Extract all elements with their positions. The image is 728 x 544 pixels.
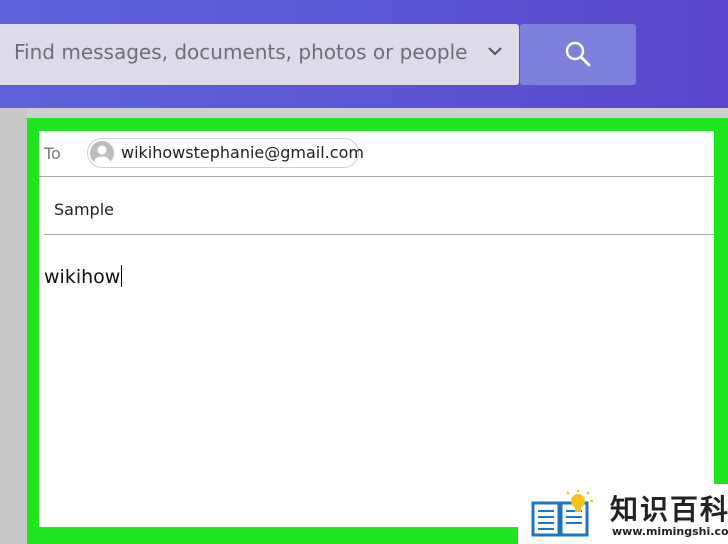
message-body[interactable]: wikihow <box>44 265 123 288</box>
chevron-down-icon[interactable] <box>486 42 504 60</box>
compose-panel: To wikihowstephanie@gmail.com Sample wik… <box>39 131 714 527</box>
message-body-text: wikihow <box>44 266 121 288</box>
subject-field[interactable]: Sample <box>44 177 714 235</box>
text-caret <box>121 265 123 287</box>
to-field[interactable]: To wikihowstephanie@gmail.com <box>39 131 714 177</box>
watermark-url: www.mimingshi.com <box>612 525 728 538</box>
book-lightbulb-icon <box>531 490 593 537</box>
avatar-placeholder-icon <box>90 141 114 165</box>
search-placeholder: Find messages, documents, photos or peop… <box>14 40 468 64</box>
header-bar: Find messages, documents, photos or peop… <box>0 0 728 108</box>
recipient-chip[interactable]: wikihowstephanie@gmail.com <box>87 138 364 168</box>
search-input[interactable]: Find messages, documents, photos or peop… <box>0 24 519 85</box>
recipient-email: wikihowstephanie@gmail.com <box>121 143 364 162</box>
search-button[interactable] <box>520 24 636 85</box>
watermark: 知识百科 www.mimingshi.com <box>518 484 728 544</box>
left-panel-edge <box>0 108 27 544</box>
to-label: To <box>44 144 61 163</box>
subject-text: Sample <box>54 200 114 219</box>
search-icon <box>565 41 591 67</box>
watermark-title: 知识百科 <box>610 493 728 526</box>
